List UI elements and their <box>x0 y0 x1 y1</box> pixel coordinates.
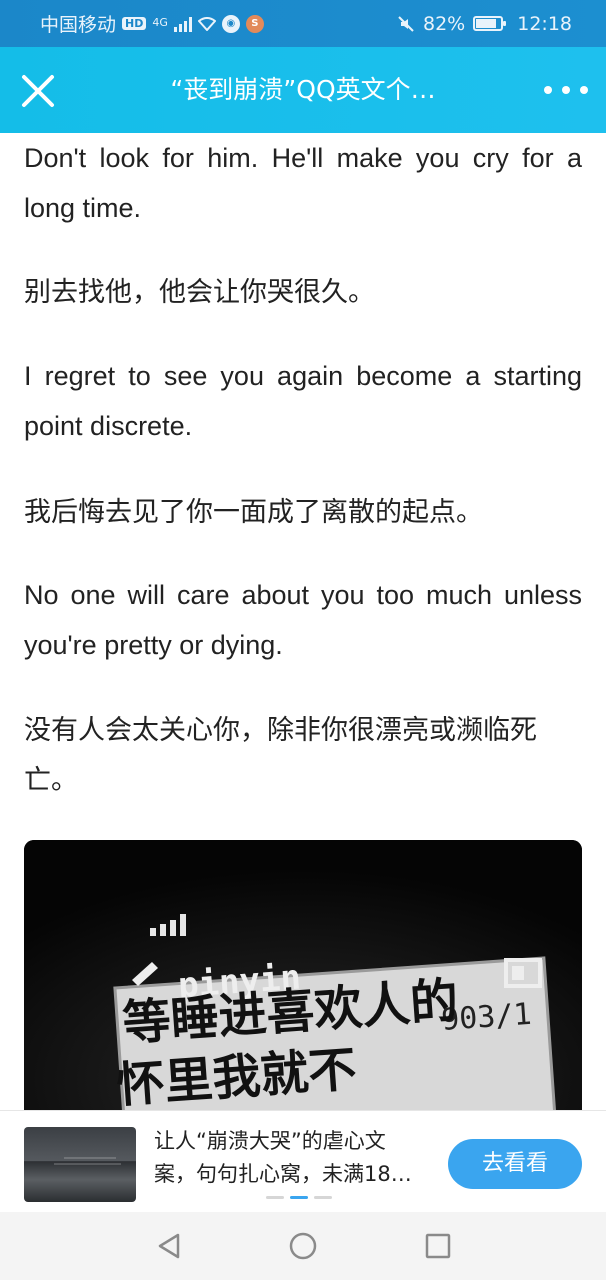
article-paragraph: 没有人会太关心你，除非你很漂亮或濒临死亡。 <box>24 715 537 796</box>
article-body[interactable]: Don't look for him. He'll make you cry f… <box>0 133 606 1110</box>
app-header: “丧到崩溃”QQ英文个… <box>0 47 606 133</box>
dot-icon <box>562 86 570 94</box>
ad-line-1: 让人“崩溃大哭”的虐心文 <box>154 1129 386 1153</box>
article-paragraph: Don't look for him. He'll make you cry f… <box>24 143 582 223</box>
carousel-dot <box>314 1196 332 1199</box>
article-paragraph: I regret to see you again become a start… <box>24 361 582 441</box>
carousel-indicator <box>266 1196 332 1199</box>
carousel-dot <box>290 1196 308 1199</box>
more-menu-button[interactable] <box>544 77 588 103</box>
close-icon[interactable] <box>18 71 58 111</box>
signal-icon <box>173 16 192 32</box>
article-paragraph: 别去找他，他会让你哭很久。 <box>24 277 375 308</box>
article-image[interactable]: pinyin 903/1 等睡进喜欢人的 怀里我就不 <box>24 840 582 1110</box>
back-icon[interactable] <box>156 1232 182 1260</box>
ad-text[interactable]: 让人“崩溃大哭”的虐心文 案，句句扎心窝，未满18… <box>154 1125 434 1191</box>
carousel-dot <box>266 1196 284 1199</box>
battery-percent: 82% <box>423 12 466 35</box>
dot-icon <box>580 86 588 94</box>
page-title: “丧到崩溃”QQ英文个… <box>170 75 436 104</box>
article-paragraph: No one will care about you too much unle… <box>24 580 582 660</box>
battery-icon <box>473 16 507 31</box>
carrier-label: 中国移动 <box>40 14 117 36</box>
network-label: 4G <box>152 16 168 29</box>
recents-icon[interactable] <box>425 1233 451 1259</box>
status-bar: 中国移动 HD 4G ◉ S 82% 12:18 <box>0 0 606 47</box>
dot-icon <box>544 86 552 94</box>
ad-thumbnail[interactable] <box>24 1127 136 1202</box>
ad-cta-button[interactable]: 去看看 <box>448 1139 582 1189</box>
article-paragraph: 我后悔去见了你一面成了离散的起点。 <box>24 497 483 528</box>
ad-banner[interactable]: 让人“崩溃大哭”的虐心文 案，句句扎心窝，未满18… 去看看 <box>0 1110 606 1213</box>
app-notification-icon: S <box>245 14 264 33</box>
clock: 12:18 <box>517 12 572 35</box>
home-icon[interactable] <box>289 1232 317 1260</box>
wifi-icon <box>197 16 216 31</box>
ad-line-2: 案，句句扎心窝，未满18… <box>154 1162 412 1186</box>
system-navigation-bar <box>0 1212 606 1280</box>
hd-badge: HD <box>122 17 147 30</box>
notification-icon: ◉ <box>221 14 240 33</box>
mute-icon <box>398 15 414 32</box>
phone-screen-photo: pinyin 903/1 等睡进喜欢人的 怀里我就不 <box>24 840 582 1110</box>
